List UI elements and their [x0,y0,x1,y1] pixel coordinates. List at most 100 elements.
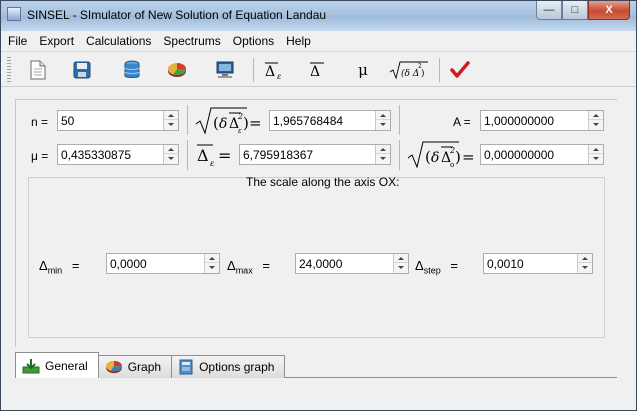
delta-epsilon-icon: Δ ε [265,62,281,81]
spin-up-arrow-icon[interactable] [376,111,390,120]
new-document-button[interactable] [25,58,51,82]
calculate-button[interactable] [447,58,473,82]
spin-down-arrow-icon[interactable] [589,120,603,129]
svg-text:=: = [249,114,262,132]
monitor-icon [216,61,234,78]
toolbar-separator [439,58,440,82]
delta-epsilon-spin-arrows[interactable] [375,145,390,164]
A-spinner[interactable]: 1,000000000 [480,110,604,131]
svg-text:(: ( [425,148,431,166]
database-button[interactable] [119,58,145,82]
sqrt-delta-zero-spin-arrows[interactable] [588,145,603,164]
sqrt-delta-zero-spinner[interactable]: 0,000000000 [480,144,604,165]
delta-step-spinner[interactable]: 0,0010 [483,253,593,274]
spin-down-arrow-icon[interactable] [578,263,592,272]
pie-chart-icon [105,360,122,374]
svg-text:Δ: Δ [197,146,209,165]
spin-up-arrow-icon[interactable] [589,111,603,120]
delta-min-subscript: min [47,265,63,276]
equals-sign: = [71,258,80,273]
delta-max-spinner[interactable]: 24,0000 [295,253,409,274]
mu-spin-arrows[interactable] [163,145,178,164]
sqrt-delta-zero-value[interactable]: 0,000000000 [484,148,554,162]
maximize-button[interactable]: □ [562,1,588,20]
delta-step-spin-arrows[interactable] [577,254,592,273]
menu-spectrums[interactable]: Spectrums [157,34,226,48]
A-spin-arrows[interactable] [588,111,603,130]
n-spin-arrows[interactable] [163,111,178,130]
sqrt-delta-button[interactable]: (δ Δ ) 2 [387,58,431,82]
delta-button[interactable]: Δ [305,58,331,82]
spin-down-arrow-icon[interactable] [376,120,390,129]
svg-text:Δ: Δ [310,64,320,80]
delta-epsilon-button[interactable]: Δ ε [261,58,287,82]
mu-spinner[interactable]: 0,435330875 [57,144,179,165]
title-bar[interactable]: SINSEL - SImulator of New Solution of Eq… [1,1,636,31]
download-icon [22,358,40,373]
menu-help[interactable]: Help [280,34,317,48]
delta-epsilon-value[interactable]: 6,795918367 [243,148,313,162]
mu-button[interactable]: μ [350,58,376,82]
tab-graph[interactable]: Graph [97,355,173,378]
sqrt-delta-delta-spin-arrows[interactable] [375,111,390,130]
delta-min-spinner[interactable]: 0,0000 [106,253,220,274]
window-title: SINSEL - SImulator of New Solution of Eq… [27,8,327,22]
main-window: SINSEL - SImulator of New Solution of Eq… [0,0,637,411]
menu-options[interactable]: Options [227,34,280,48]
n-spinner[interactable]: 50 [57,110,179,131]
delta-step-subscript: step [423,265,441,276]
spin-up-arrow-icon[interactable] [164,145,178,154]
delta-min-value[interactable]: 0,0000 [110,257,147,271]
spin-up-arrow-icon[interactable] [205,254,219,263]
spin-up-arrow-icon[interactable] [164,111,178,120]
delta-epsilon-spinner[interactable]: 6,795918367 [239,144,391,165]
minimize-button[interactable]: — [536,1,562,20]
tab-options-graph-label: Options graph [199,360,275,374]
delta-step-value[interactable]: 0,0010 [487,257,524,271]
menu-calculations[interactable]: Calculations [80,34,157,48]
spin-down-arrow-icon[interactable] [164,154,178,163]
n-value[interactable]: 50 [61,114,74,128]
spin-down-arrow-icon[interactable] [205,263,219,272]
delta-max-spin-arrows[interactable] [393,254,408,273]
delta-min-spin-arrows[interactable] [204,254,219,273]
sqrt-delta-delta-spinner[interactable]: 1,965768484 [269,110,391,131]
save-button[interactable] [69,58,95,82]
svg-text:): ) [243,114,249,132]
equals-sign: = [450,258,458,273]
delta-max-value[interactable]: 24,0000 [299,257,342,271]
monitor-button[interactable] [212,58,238,82]
svg-text:=: = [462,148,475,166]
svg-text:o: o [450,161,454,169]
menu-file[interactable]: File [1,34,33,48]
pie-chart-button[interactable] [164,58,190,82]
sqrt-delta-delta-value[interactable]: 1,965768484 [273,114,343,128]
spin-down-arrow-icon[interactable] [164,120,178,129]
svg-text:Δ: Δ [265,64,275,80]
spin-up-arrow-icon[interactable] [394,254,408,263]
spin-down-arrow-icon[interactable] [589,154,603,163]
app-icon [7,7,21,21]
spin-up-arrow-icon[interactable] [376,145,390,154]
close-button[interactable]: X [588,1,630,20]
spin-up-arrow-icon[interactable] [578,254,592,263]
svg-text:=: = [218,146,231,165]
spin-down-arrow-icon[interactable] [394,263,408,272]
tab-strip: General Graph Options graph [15,352,286,378]
A-value[interactable]: 1,000000000 [484,114,554,128]
field-separator [187,140,188,170]
toolbar-grip[interactable] [7,57,11,83]
spin-down-arrow-icon[interactable] [376,154,390,163]
field-separator [187,105,188,135]
field-separator [399,140,400,170]
sqrt-delta-icon: (δ Δ ) 2 [389,61,428,80]
tab-options-graph[interactable]: Options graph [171,355,286,378]
mu-value[interactable]: 0,435330875 [61,148,131,162]
menu-bar: File Export Calculations Spectrums Optio… [1,31,636,51]
delta-min-label: Δmin = [39,258,79,276]
n-label: n = [31,115,49,129]
menu-export[interactable]: Export [33,34,80,48]
spin-up-arrow-icon[interactable] [589,145,603,154]
svg-text:ε: ε [277,72,281,81]
tab-general[interactable]: General [15,352,99,378]
